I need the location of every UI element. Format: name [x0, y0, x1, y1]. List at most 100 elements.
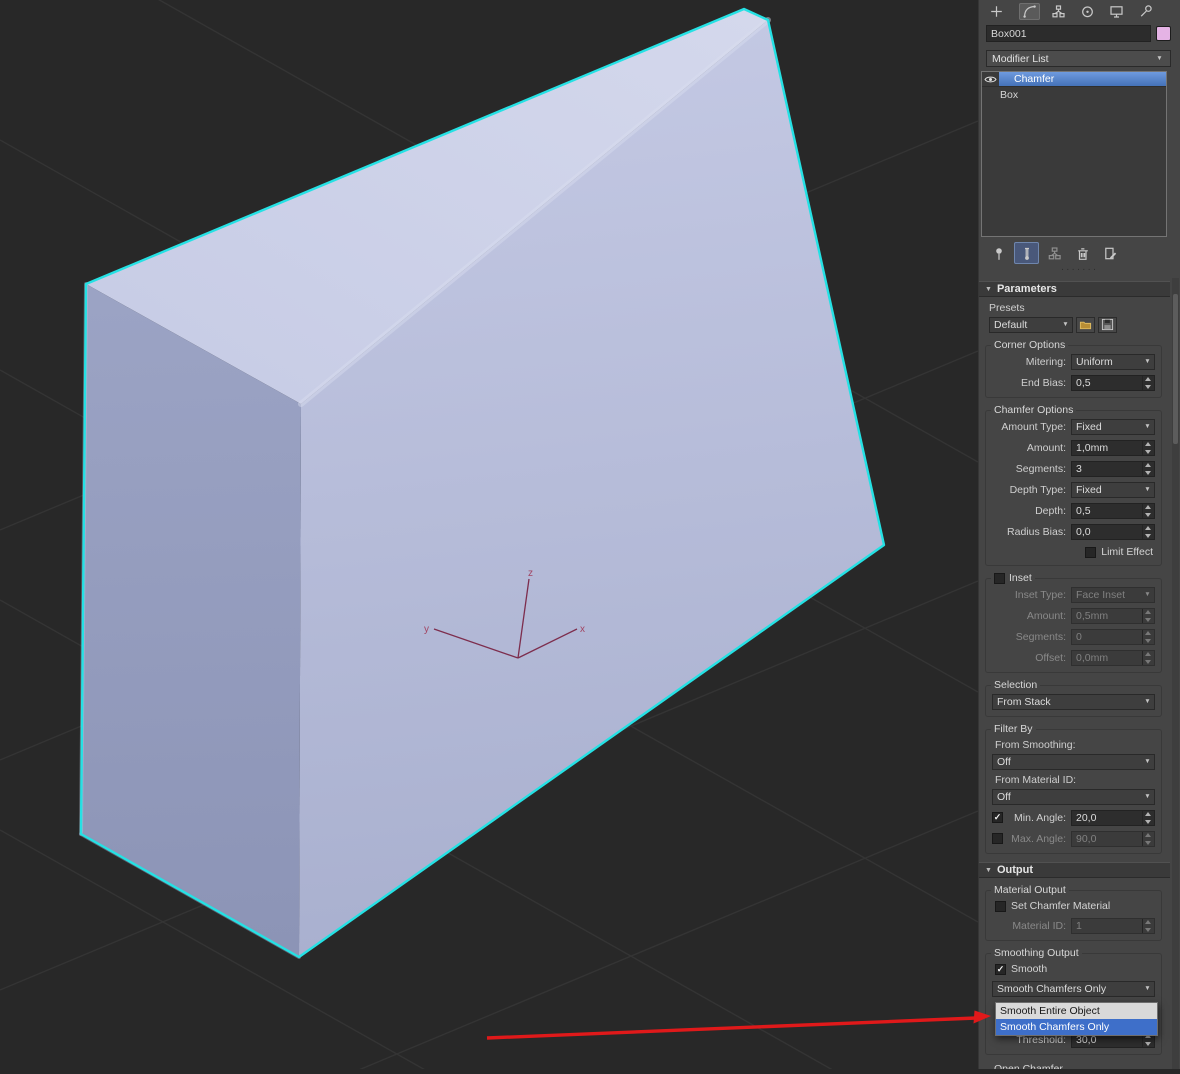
make-unique-icon — [1047, 246, 1062, 261]
tab-modify[interactable] — [1019, 3, 1040, 20]
object-name-field[interactable] — [986, 25, 1151, 42]
spinner-arrows[interactable] — [1142, 441, 1153, 455]
spinner-down-icon[interactable] — [1145, 385, 1151, 389]
inset-title: Inset — [1009, 572, 1032, 585]
smoothing-mode-dropdown[interactable]: Smooth Chamfers Only ▼ — [992, 981, 1155, 997]
mitering-dropdown[interactable]: Uniform ▼ — [1071, 354, 1155, 370]
tab-hierarchy[interactable] — [1048, 3, 1069, 20]
spinner-arrows[interactable] — [1142, 504, 1153, 518]
viewport-3d[interactable]: z x y — [0, 0, 978, 1069]
inset-checkbox[interactable] — [994, 573, 1005, 584]
spinner-down-icon[interactable] — [1145, 928, 1151, 932]
inset-segments-spinner[interactable]: 0 — [1071, 629, 1155, 645]
radius-bias-spinner[interactable]: 0,0 — [1071, 524, 1155, 540]
max-angle-checkbox[interactable] — [992, 833, 1003, 844]
load-preset-button[interactable] — [1076, 317, 1095, 333]
modifier-list-dropdown[interactable]: Modifier List ▼ — [986, 50, 1171, 67]
spinner-up-icon[interactable] — [1145, 377, 1151, 381]
rollout-sash[interactable]: ······· — [979, 267, 1180, 273]
spinner-down-icon[interactable] — [1145, 513, 1151, 517]
spinner-arrows[interactable] — [1142, 832, 1153, 846]
preset-dropdown[interactable]: Default ▼ — [989, 317, 1073, 333]
spinner-down-icon[interactable] — [1145, 534, 1151, 538]
rollout-output[interactable]: ▼ Output — [979, 862, 1170, 878]
spinner-up-icon[interactable] — [1145, 610, 1151, 614]
from-smoothing-label: From Smoothing: — [995, 739, 1153, 751]
tab-motion[interactable] — [1077, 3, 1098, 20]
material-id-spinner[interactable]: 1 — [1071, 918, 1155, 934]
end-bias-spinner[interactable]: 0,5 — [1071, 375, 1155, 391]
chevron-down-icon: ▼ — [1141, 985, 1154, 992]
from-material-id-dropdown[interactable]: Off ▼ — [992, 789, 1155, 805]
from-smoothing-dropdown[interactable]: Off ▼ — [992, 754, 1155, 770]
save-preset-button[interactable] — [1098, 317, 1117, 333]
floppy-disk-icon — [1101, 318, 1114, 331]
max-angle-spinner[interactable]: 90,0 — [1071, 831, 1155, 847]
min-angle-spinner[interactable]: 20,0 — [1071, 810, 1155, 826]
spinner-up-icon[interactable] — [1145, 442, 1151, 446]
spinner-down-icon[interactable] — [1145, 618, 1151, 622]
pin-stack-button[interactable] — [986, 242, 1011, 264]
material-id-label: Material ID: — [992, 920, 1066, 932]
min-angle-label: Min. Angle: — [1005, 812, 1066, 824]
spinner-up-icon[interactable] — [1145, 652, 1151, 656]
inset-type-dropdown[interactable]: Face Inset ▼ — [1071, 587, 1155, 603]
spinner-up-icon[interactable] — [1145, 812, 1151, 816]
spinner-up-icon[interactable] — [1145, 920, 1151, 924]
tab-create[interactable] — [986, 3, 1007, 20]
command-panel: Modifier List ▼ Chamfer Box ······· — [978, 0, 1180, 1069]
smooth-checkbox[interactable]: ✓ — [995, 964, 1006, 975]
spinner-arrows[interactable] — [1142, 609, 1153, 623]
configure-modifier-sets-button[interactable] — [1098, 242, 1123, 264]
show-end-result-button[interactable] — [1014, 242, 1039, 264]
spinner-arrows[interactable] — [1142, 630, 1153, 644]
amount-spinner[interactable]: 1,0mm — [1071, 440, 1155, 456]
selection-dropdown[interactable]: From Stack ▼ — [992, 694, 1155, 710]
spinner-down-icon[interactable] — [1145, 471, 1151, 475]
tab-display[interactable] — [1106, 3, 1127, 20]
spinner-arrows[interactable] — [1142, 525, 1153, 539]
spinner-arrows[interactable] — [1142, 462, 1153, 476]
min-angle-checkbox[interactable]: ✓ — [992, 812, 1003, 823]
spinner-down-icon[interactable] — [1145, 660, 1151, 664]
spinner-arrows[interactable] — [1142, 376, 1153, 390]
inset-offset-spinner[interactable]: 0,0mm — [1071, 650, 1155, 666]
spinner-down-icon[interactable] — [1145, 820, 1151, 824]
rollout-open-icon: ▼ — [985, 286, 992, 293]
stack-item-box[interactable]: Box — [982, 87, 1166, 102]
spinner-up-icon[interactable] — [1145, 631, 1151, 635]
limit-effect-checkbox[interactable] — [1085, 547, 1096, 558]
spinner-up-icon[interactable] — [1145, 463, 1151, 467]
make-unique-button[interactable] — [1042, 242, 1067, 264]
panel-scrollbar-thumb[interactable] — [1173, 294, 1178, 444]
set-chamfer-material-checkbox[interactable] — [995, 901, 1006, 912]
option-smooth-chamfers-only[interactable]: Smooth Chamfers Only — [996, 1019, 1157, 1035]
limit-effect-label: Limit Effect — [1101, 546, 1153, 558]
spinner-arrows[interactable] — [1142, 811, 1153, 825]
modifier-stack[interactable]: Chamfer Box — [981, 71, 1167, 237]
spinner-up-icon[interactable] — [1145, 526, 1151, 530]
end-bias-label: End Bias: — [992, 377, 1066, 389]
spinner-arrows[interactable] — [1142, 651, 1153, 665]
stack-item-chamfer[interactable]: Chamfer — [982, 72, 1166, 87]
panel-scrollbar[interactable] — [1172, 278, 1179, 1069]
modifier-visibility-icon[interactable] — [982, 72, 999, 86]
tab-utilities[interactable] — [1135, 3, 1156, 20]
inset-amount-spinner[interactable]: 0,5mm — [1071, 608, 1155, 624]
option-smooth-entire-object[interactable]: Smooth Entire Object — [996, 1003, 1157, 1019]
spinner-up-icon[interactable] — [1145, 505, 1151, 509]
spinner-down-icon[interactable] — [1145, 450, 1151, 454]
spinner-down-icon[interactable] — [1145, 841, 1151, 845]
depth-spinner[interactable]: 0,5 — [1071, 503, 1155, 519]
segments-spinner[interactable]: 3 — [1071, 461, 1155, 477]
spinner-down-icon[interactable] — [1145, 639, 1151, 643]
amount-type-dropdown[interactable]: Fixed ▼ — [1071, 419, 1155, 435]
remove-modifier-button[interactable] — [1070, 242, 1095, 264]
spinner-down-icon[interactable] — [1145, 1042, 1151, 1046]
spinner-up-icon[interactable] — [1145, 833, 1151, 837]
depth-type-dropdown[interactable]: Fixed ▼ — [1071, 482, 1155, 498]
spinner-arrows[interactable] — [1142, 919, 1153, 933]
object-color-swatch[interactable] — [1156, 26, 1171, 41]
smoothing-mode-row: Smooth Chamfers Only ▼ — [992, 980, 1155, 997]
rollout-parameters[interactable]: ▼ Parameters — [979, 281, 1170, 297]
